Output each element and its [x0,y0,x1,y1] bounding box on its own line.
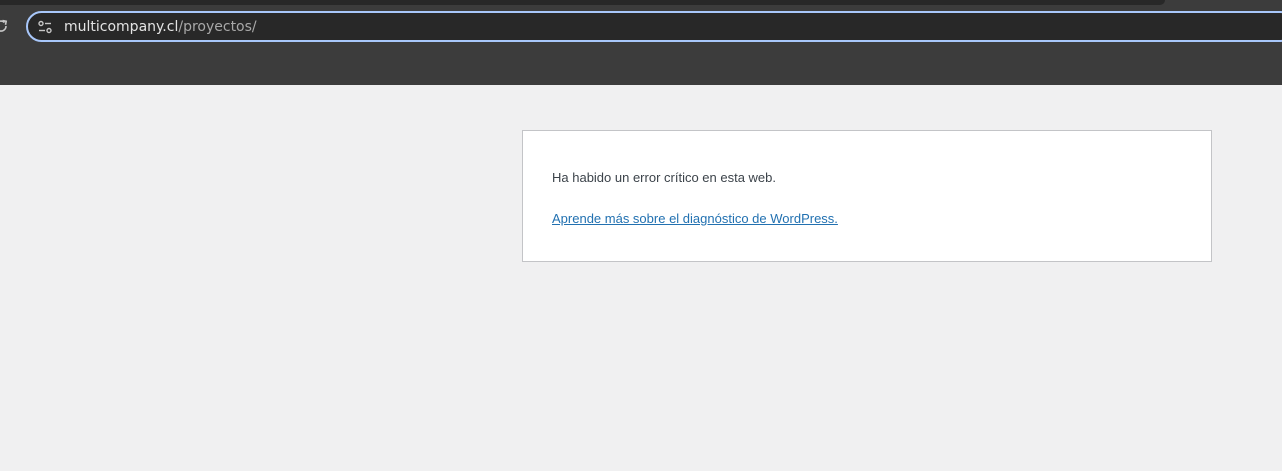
error-message: Ha habido un error crítico en esta web. [552,170,777,185]
address-bar[interactable]: multicompany.cl/proyectos/ [26,11,1282,42]
site-info-icon[interactable] [37,19,53,35]
url-path: /proyectos/ [178,19,257,35]
page-content: Ha habido un error crítico en esta web. … [0,85,1282,471]
browser-toolbar: multicompany.cl/proyectos/ [0,0,1282,85]
url-domain: multicompany.cl [64,19,179,35]
reload-icon[interactable] [0,17,10,35]
wordpress-debugging-link[interactable]: Aprende más sobre el diagnóstico de Word… [552,210,838,228]
address-bar-url[interactable]: multicompany.cl/proyectos/ [64,18,257,36]
error-box: Ha habido un error crítico en esta web. … [522,130,1212,262]
tab-strip [0,0,1165,5]
